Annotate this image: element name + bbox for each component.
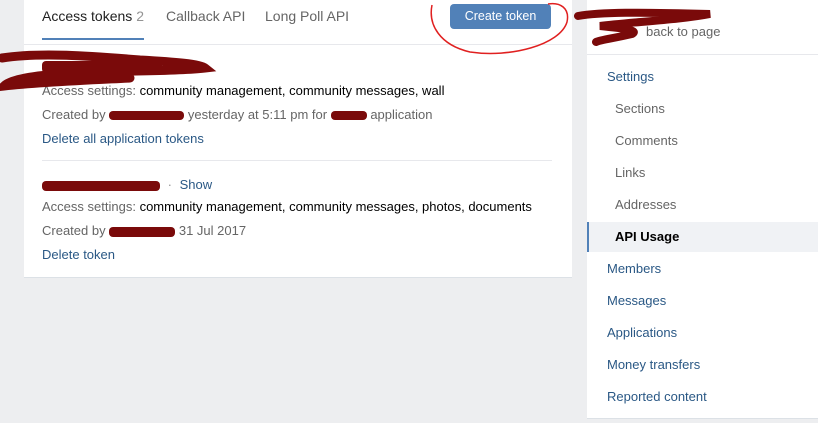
sidebar-item-applications[interactable]: Applications: [587, 318, 818, 348]
tab-callback-api[interactable]: Callback API: [166, 8, 245, 38]
tab-count: 2: [136, 8, 145, 24]
delete-all-tokens-link[interactable]: Delete all application tokens: [42, 131, 204, 146]
create-token-button[interactable]: Create token: [450, 4, 551, 29]
access-label: Access settings:: [42, 199, 136, 214]
token-name-row: [42, 58, 162, 73]
sidebar-item-label: Comments: [615, 133, 678, 148]
sidebar: back to page Settings Sections Comments …: [587, 0, 818, 419]
main-panel: Access tokens 2 Callback API Long Poll AP…: [24, 0, 572, 278]
sidebar-item-label: Money transfers: [607, 357, 701, 372]
access-value: community management, community messages…: [139, 83, 445, 98]
redacted-name: [42, 180, 160, 191]
created-row: Created by 31 Jul 2017: [42, 223, 246, 238]
sidebar-item-label: Links: [615, 165, 646, 180]
sidebar-header: back to page: [587, 0, 818, 55]
sidebar-item-members[interactable]: Members: [587, 254, 818, 284]
tab-access-tokens[interactable]: Access tokens 2: [42, 8, 145, 40]
created-suffix: 31 Jul 2017: [178, 223, 247, 238]
sidebar-item-sections[interactable]: Sections: [587, 94, 818, 124]
tab-label: Callback API: [166, 8, 246, 24]
sidebar-item-links[interactable]: Links: [587, 158, 818, 188]
redacted-app: [330, 111, 367, 121]
separator-dot: ·: [167, 177, 172, 192]
created-app: application: [370, 107, 433, 122]
tab-long-poll-api[interactable]: Long Poll API: [265, 8, 349, 38]
sidebar-item-reported-content[interactable]: Reported content: [587, 382, 818, 412]
access-label: Access settings:: [42, 83, 136, 98]
redacted-user: [109, 226, 176, 237]
sidebar-item-label: API Usage: [615, 229, 680, 244]
access-settings-row: Access settings: community management, c…: [42, 83, 444, 98]
sidebar-item-label: Sections: [615, 101, 665, 116]
sidebar-item-money-transfers[interactable]: Money transfers: [587, 350, 818, 380]
delete-token-link[interactable]: Delete token: [42, 247, 115, 262]
created-prefix: Created by: [42, 107, 106, 122]
sidebar-item-messages[interactable]: Messages: [587, 286, 818, 316]
back-to-page-link[interactable]: back to page: [646, 24, 720, 39]
show-token-link[interactable]: Show: [180, 177, 213, 192]
created-prefix: Created by: [42, 223, 106, 238]
sidebar-item-label: Applications: [607, 325, 678, 340]
sidebar-item-label: Settings: [607, 69, 654, 84]
tab-bar: Access tokens 2 Callback API Long Poll AP…: [24, 0, 572, 45]
sidebar-item-api-usage[interactable]: API Usage: [587, 222, 818, 252]
sidebar-item-label: Addresses: [615, 197, 677, 212]
access-value: community management, community messages…: [139, 199, 532, 214]
tab-label: Long Poll API: [265, 8, 350, 24]
divider: [42, 160, 552, 161]
access-settings-row: Access settings: community management, c…: [42, 199, 532, 214]
redacted-name: [42, 60, 162, 73]
sidebar-item-label: Messages: [607, 293, 667, 308]
sidebar-item-addresses[interactable]: Addresses: [587, 190, 818, 220]
created-row: Created by yesterday at 5:11 pm for appl…: [42, 107, 432, 122]
sidebar-item-settings[interactable]: Settings: [587, 62, 818, 92]
sidebar-item-label: Reported content: [607, 389, 707, 404]
token-name-row: · Show: [42, 177, 212, 192]
tab-label: Access tokens: [42, 8, 133, 24]
redacted-user: [109, 111, 185, 121]
sidebar-item-label: Members: [607, 261, 662, 276]
created-suffix: yesterday at 5:11 pm for: [187, 107, 328, 122]
sidebar-item-comments[interactable]: Comments: [587, 126, 818, 156]
